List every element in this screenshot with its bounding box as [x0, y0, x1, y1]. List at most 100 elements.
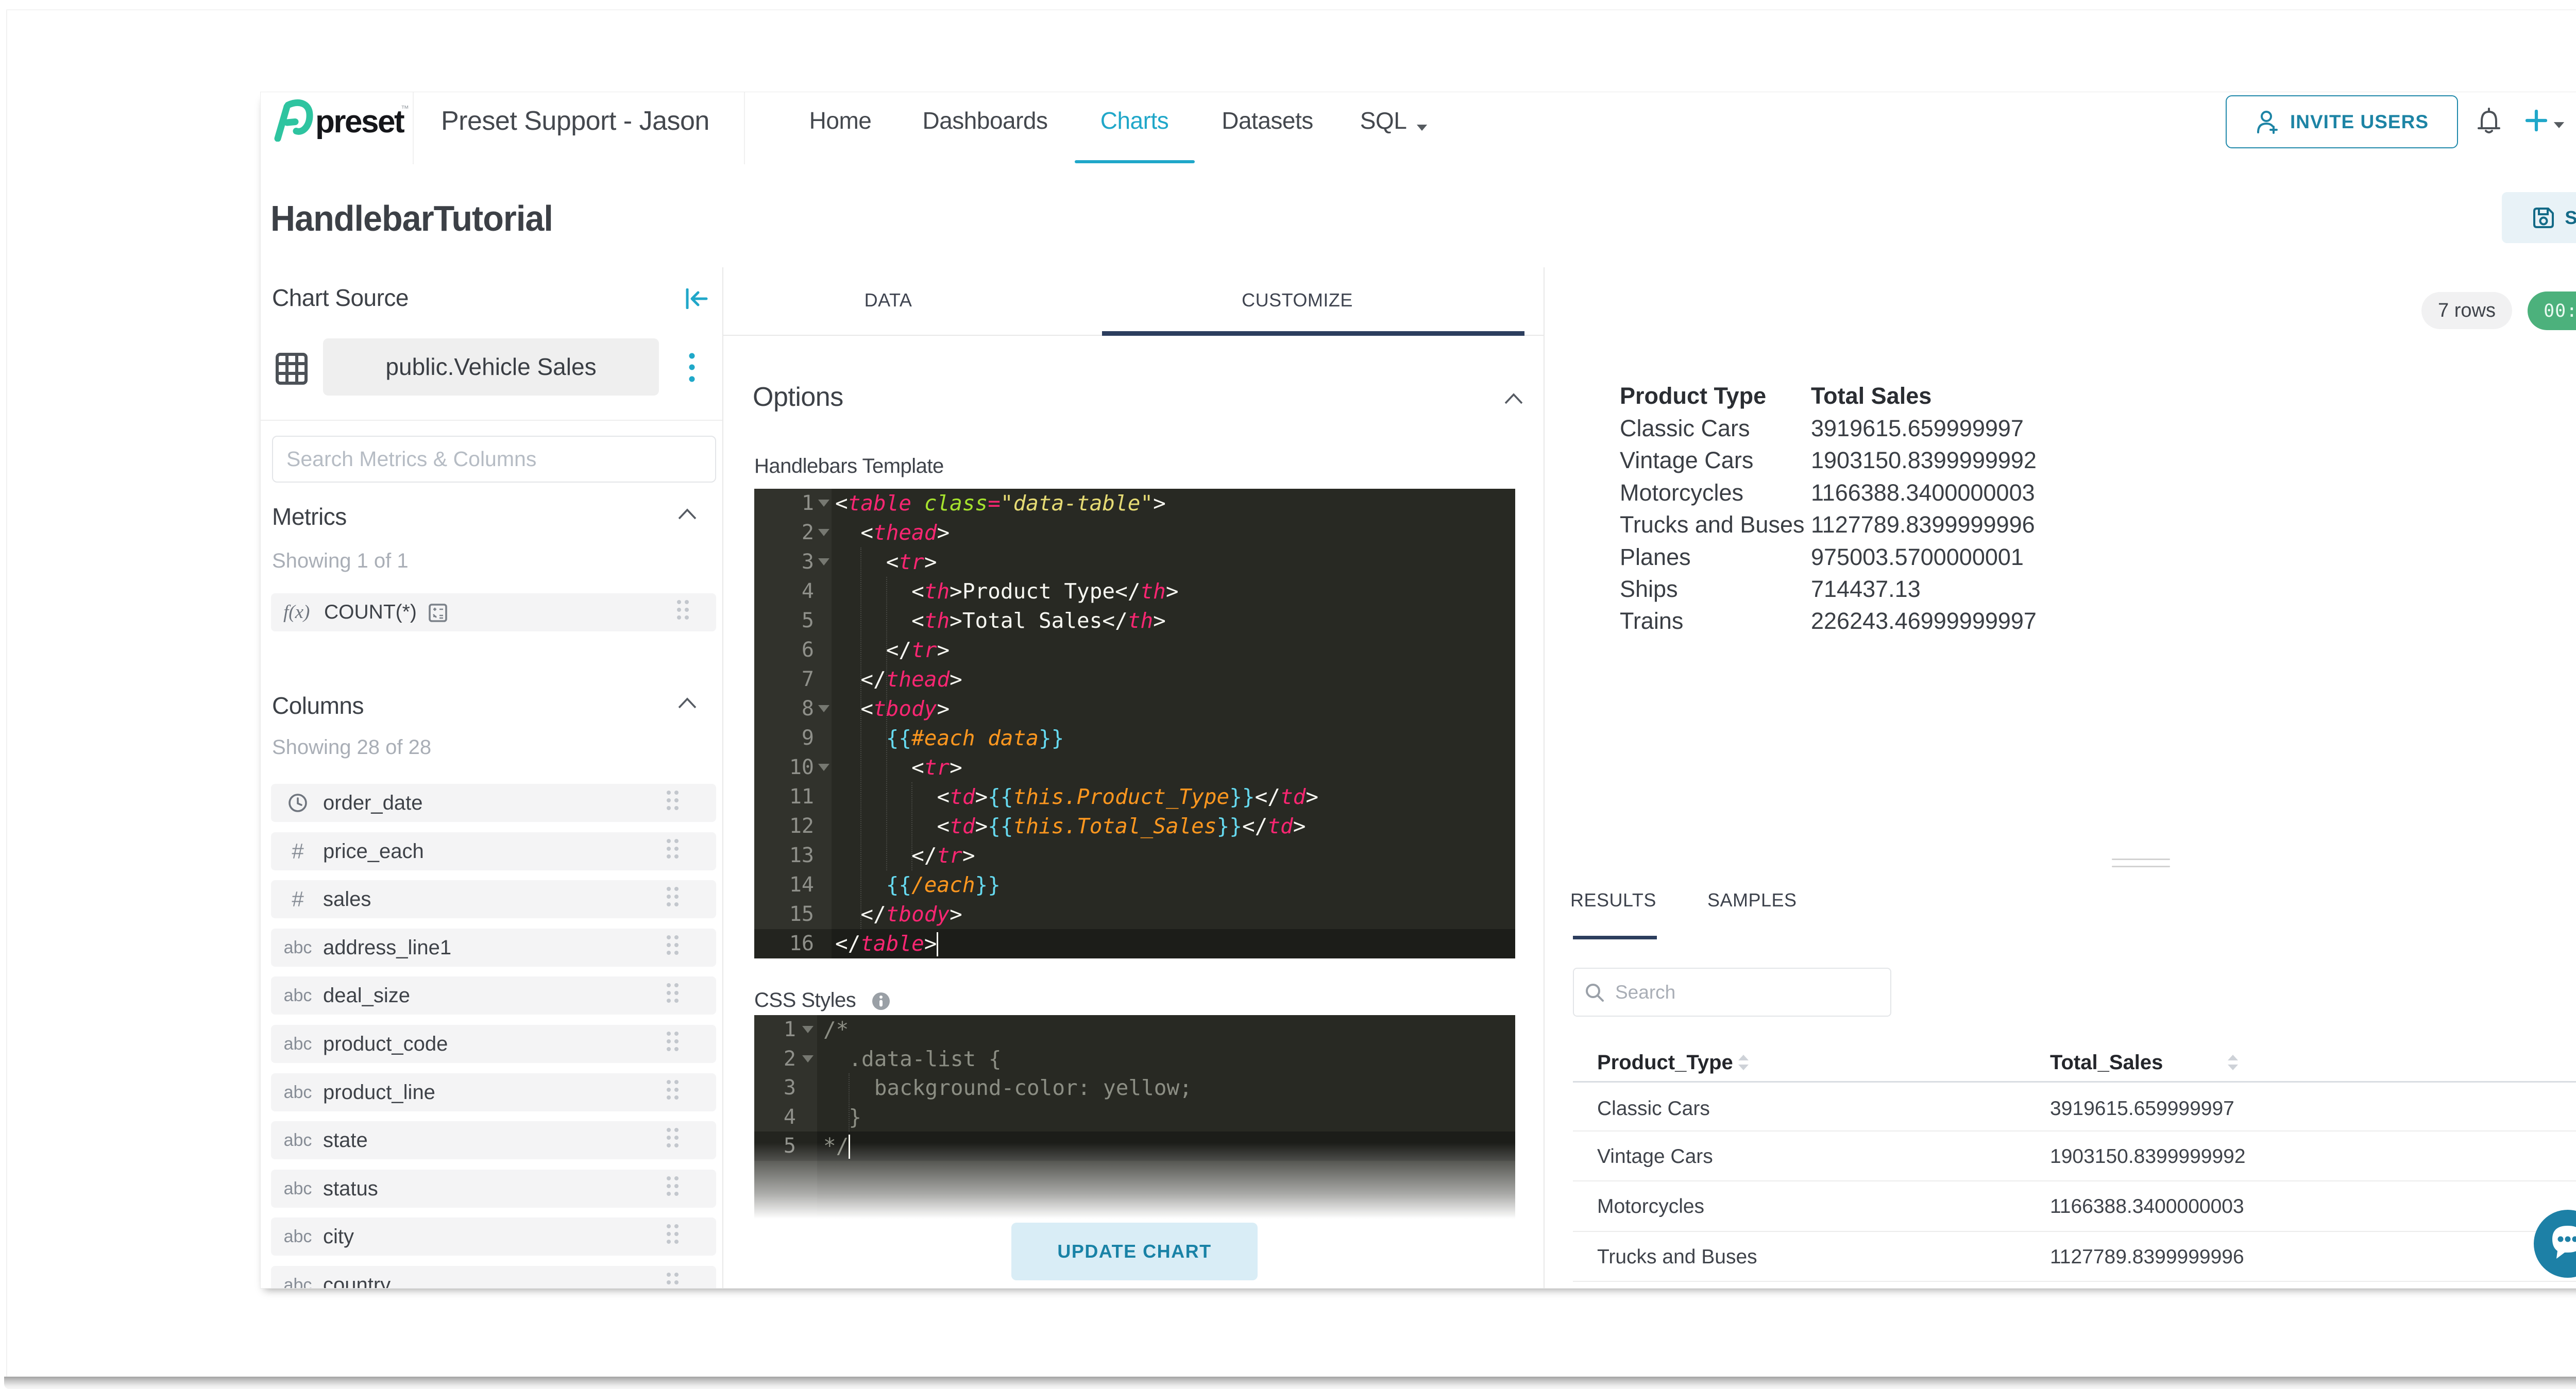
results-cell-product-type: Motorcycles	[1597, 1195, 1705, 1217]
column-name: state	[323, 1129, 368, 1152]
user-plus-icon	[2257, 110, 2278, 134]
code-line: {{/each}}	[886, 872, 1001, 897]
options-heading[interactable]: Options	[753, 382, 843, 413]
code-line: }	[823, 1105, 862, 1129]
tab-active-underline	[1102, 331, 1524, 336]
results-header-total-sales[interactable]: Total_Sales	[2050, 1051, 2163, 1074]
update-chart-button[interactable]: UPDATE CHART	[1011, 1223, 1258, 1280]
indent-guide	[860, 547, 862, 929]
invite-users-button[interactable]: INVITE USERS	[2226, 95, 2458, 148]
preview-header-product-type: Product Type	[1620, 383, 1767, 409]
code-line: .data-list {	[823, 1047, 1002, 1071]
drag-handle[interactable]	[667, 791, 679, 810]
column-item-order_date[interactable]: order_date	[271, 784, 716, 822]
nav-item-datasets[interactable]: Datasets	[1222, 92, 1313, 149]
drag-handle[interactable]	[677, 600, 689, 620]
row-border	[1573, 1180, 2576, 1181]
dataset-menu-icon[interactable]	[688, 353, 696, 387]
save-button[interactable]: SAVE	[2502, 192, 2576, 243]
fold-arrow-icon[interactable]	[818, 500, 829, 507]
drag-handle[interactable]	[667, 1224, 679, 1244]
preview-cell-total-sales: 1903150.8399999992	[1811, 447, 2037, 473]
metrics-search-input[interactable]: Search Metrics & Columns	[272, 436, 716, 483]
nav-item-home[interactable]: Home	[809, 92, 872, 149]
column-item-city[interactable]: abc city	[271, 1217, 716, 1256]
preview-rows-badge: 7 rows	[2421, 292, 2512, 329]
column-item-status[interactable]: abc status	[271, 1170, 716, 1208]
drag-handle[interactable]	[667, 983, 679, 1003]
fold-arrow-icon[interactable]	[802, 1055, 814, 1062]
column-item-sales[interactable]: # sales	[271, 880, 716, 918]
info-icon	[872, 992, 890, 1013]
line-number: 11	[789, 785, 814, 809]
tab-results[interactable]: RESULTS	[1570, 889, 1656, 911]
code-line: </thead>	[860, 667, 962, 692]
column-item-product_line[interactable]: abc product_line	[271, 1073, 716, 1111]
drag-handle[interactable]	[667, 1273, 679, 1288]
indent-guide	[886, 577, 887, 870]
column-item-address_line1[interactable]: abc address_line1	[271, 929, 716, 967]
columns-collapse-icon[interactable]	[678, 697, 697, 711]
code-line: /*	[823, 1017, 849, 1042]
fold-arrow-icon[interactable]	[818, 529, 829, 536]
abc-icon: abc	[283, 937, 312, 957]
drag-handle[interactable]	[667, 887, 679, 906]
column-item-price_each[interactable]: # price_each	[271, 832, 716, 870]
editor-fade-overlay	[753, 1143, 1516, 1236]
fold-arrow-icon[interactable]	[818, 764, 829, 771]
column-item-country[interactable]: abc country	[271, 1266, 716, 1288]
preset-logo-text[interactable]: preset	[315, 104, 405, 140]
plus-icon[interactable]	[2525, 109, 2548, 134]
code-line: </tr>	[911, 843, 975, 868]
chart-title[interactable]: HandlebarTutorial	[270, 198, 553, 239]
query-timer-badge: 00:00:01.38	[2528, 291, 2576, 330]
preview-cell-product-type: Trains	[1620, 608, 1684, 634]
options-collapse-icon[interactable]	[1504, 393, 1523, 407]
tab-samples[interactable]: SAMPLES	[1707, 889, 1797, 911]
column-item-state[interactable]: abc state	[271, 1121, 716, 1159]
drag-handle[interactable]	[667, 839, 679, 859]
pane-drag-handle[interactable]	[2112, 859, 2170, 860]
abc-icon: abc	[283, 1178, 312, 1198]
metrics-collapse-icon[interactable]	[678, 508, 697, 522]
metric-item[interactable]: f(x) COUNT(*)	[271, 593, 716, 631]
nav-item-charts[interactable]: Charts	[1100, 92, 1169, 149]
code-line: {{#each data}}	[886, 726, 1064, 750]
collapse-panel-icon[interactable]	[685, 288, 708, 312]
dataset-name[interactable]: public.Vehicle Sales	[323, 338, 659, 396]
main-area: Chart Source public.Vehicle Sales Search…	[261, 267, 2576, 1288]
fold-arrow-icon[interactable]	[818, 558, 829, 565]
pane-drag-handle[interactable]	[2112, 866, 2170, 867]
controls-panel: DATA CUSTOMIZE Options Handlebars Templa…	[723, 267, 1545, 1288]
nav-item-sql[interactable]: SQL	[1360, 92, 1407, 149]
workspace-name[interactable]: Preset Support - Jason	[441, 92, 709, 150]
fold-arrow-icon[interactable]	[802, 1026, 814, 1033]
column-item-product_code[interactable]: abc product_code	[271, 1025, 716, 1063]
preset-logo-mark[interactable]	[273, 98, 313, 144]
results-cell-total-sales: 1903150.8399999992	[2050, 1145, 2246, 1168]
drag-handle[interactable]	[667, 935, 679, 955]
results-header-product-type[interactable]: Product_Type	[1597, 1051, 1733, 1074]
column-name: product_line	[323, 1081, 435, 1104]
drag-handle[interactable]	[667, 1032, 679, 1051]
fold-arrow-icon[interactable]	[818, 705, 829, 712]
preview-cell-product-type: Vintage Cars	[1620, 447, 1754, 473]
bell-icon[interactable]	[2478, 107, 2500, 138]
line-number: 8	[801, 697, 814, 721]
indent-guide	[911, 782, 912, 870]
drag-handle[interactable]	[667, 1080, 679, 1100]
sort-icon[interactable]	[2226, 1054, 2240, 1074]
sort-icon[interactable]	[1737, 1054, 1750, 1074]
tab-customize[interactable]: CUSTOMIZE	[1242, 289, 1353, 311]
code-line: background-color: yellow;	[823, 1075, 1192, 1100]
chat-button[interactable]	[2534, 1210, 2576, 1278]
drag-handle[interactable]	[667, 1176, 679, 1196]
abc-icon: abc	[283, 1130, 312, 1150]
column-item-deal_size[interactable]: abc deal_size	[271, 976, 716, 1015]
nav-item-dashboards[interactable]: Dashboards	[922, 92, 1048, 149]
results-search-input[interactable]: Search	[1573, 968, 1891, 1017]
row-border	[1573, 1281, 2576, 1282]
handlebars-code-editor[interactable]: 1 <table class="data-table"> 2 <thead> 3 <t…	[754, 489, 1515, 958]
tab-data[interactable]: DATA	[865, 289, 912, 311]
drag-handle[interactable]	[667, 1128, 679, 1147]
